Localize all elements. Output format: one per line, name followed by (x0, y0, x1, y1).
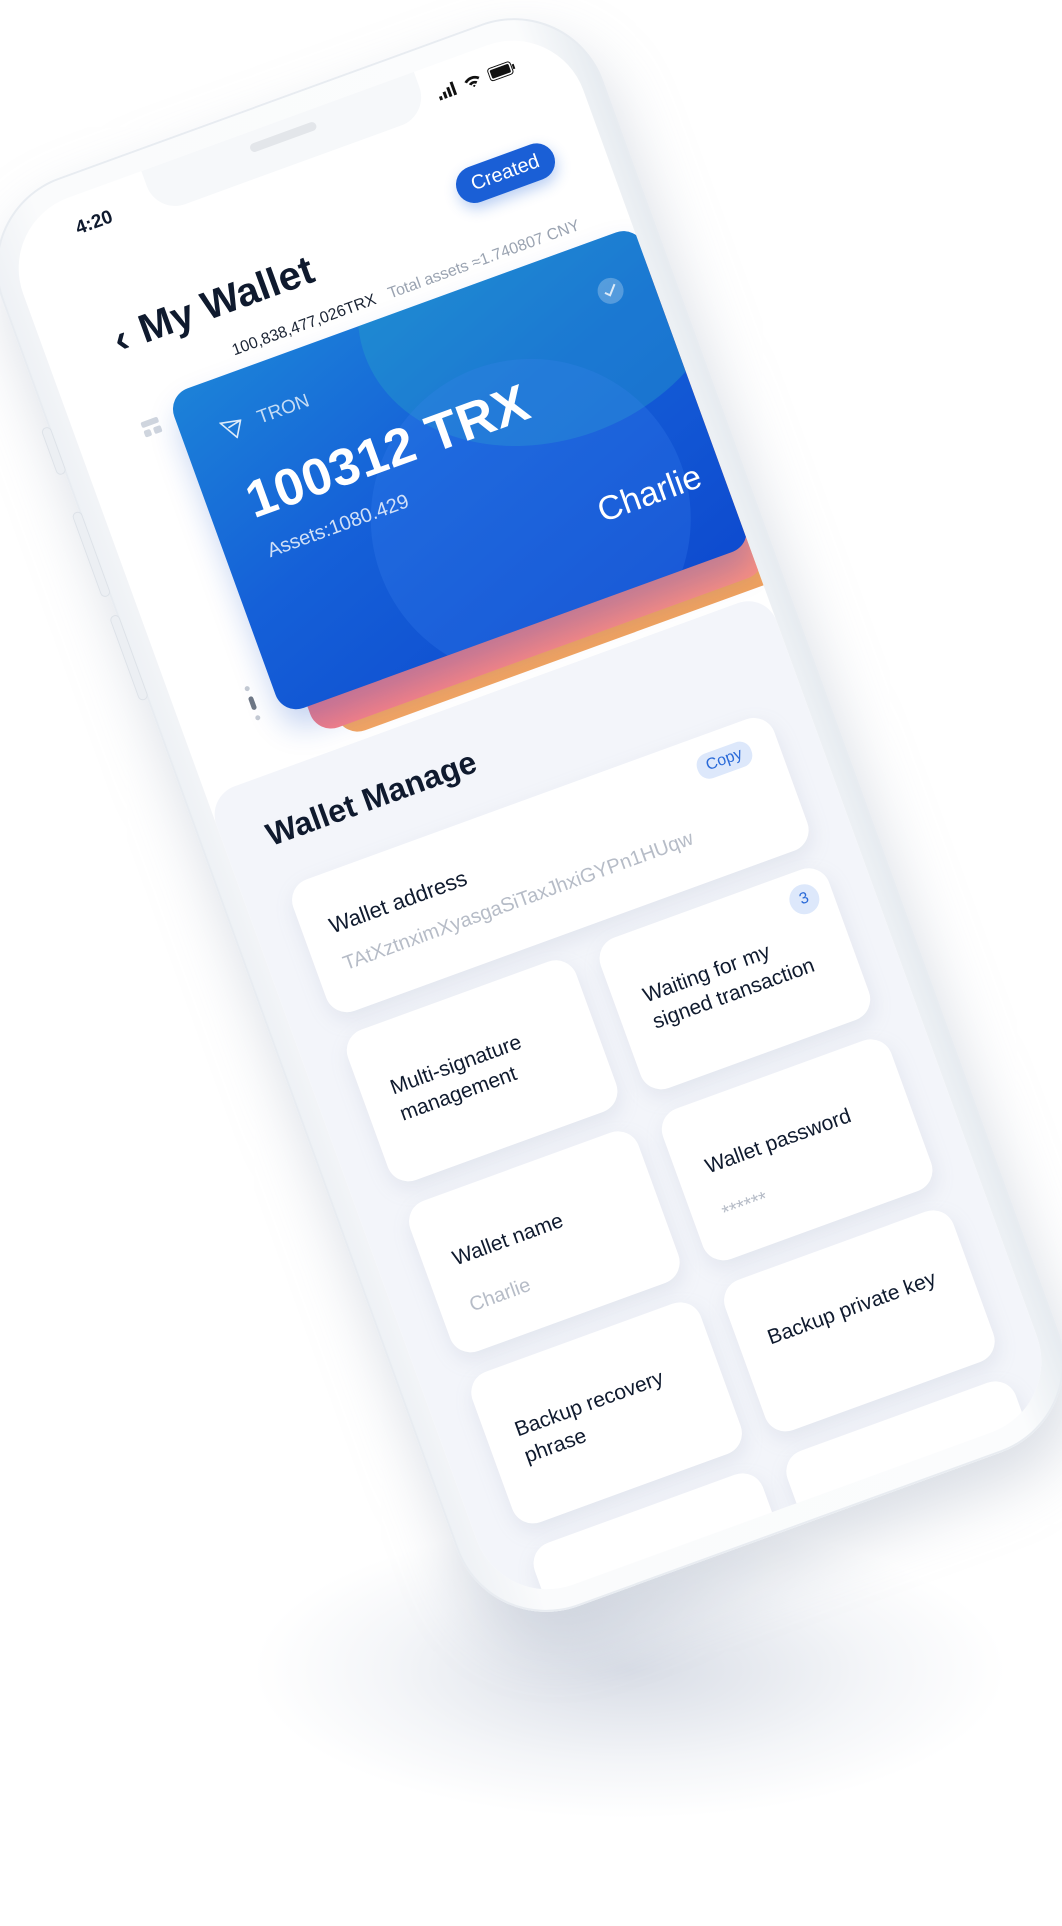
tile-label: Multi-signature management (387, 1030, 525, 1126)
count-badge: 3 (785, 880, 824, 919)
status-icons (435, 59, 517, 101)
grid-view-icon[interactable] (140, 416, 163, 438)
tile-value: Charlie (466, 1274, 534, 1317)
network-label: TRON (218, 390, 313, 442)
copy-button[interactable]: Copy (692, 738, 756, 783)
phone-screen: 4:20 Created ‹ My Wallet 100,838,477,026… (0, 19, 1062, 1611)
card-pager[interactable] (244, 685, 262, 721)
tile-label: Backup recovery phrase (511, 1366, 667, 1468)
signal-icon (438, 81, 458, 101)
network-name: TRON (254, 390, 313, 429)
tile-value: ****** (719, 1187, 771, 1225)
wifi-icon (464, 75, 480, 88)
tron-logo-icon (218, 419, 242, 439)
tile-label: Waiting for my signed transaction (640, 940, 818, 1034)
tile-label: Wallet name (449, 1209, 567, 1271)
chevron-left-icon[interactable]: ‹ (107, 316, 135, 362)
tile-label: Wallet password (702, 1104, 855, 1179)
battery-icon (487, 61, 516, 82)
created-button[interactable]: Created (450, 138, 561, 209)
phone-mockup: 4:20 Created ‹ My Wallet 100,838,477,026… (0, 0, 1062, 1639)
status-time: 4:20 (72, 206, 116, 240)
tile-label: Backup private key (764, 1267, 940, 1350)
page-header: ‹ My Wallet (107, 248, 320, 362)
